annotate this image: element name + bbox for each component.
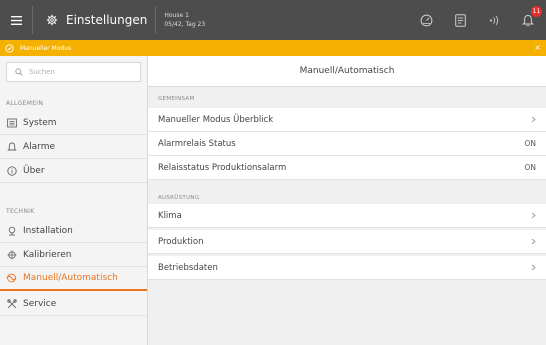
close-icon[interactable]: ×: [534, 43, 541, 53]
settings-title: Einstellungen: [33, 0, 155, 40]
row-klima[interactable]: Klima: [148, 204, 546, 228]
sidebar: ALLGEMEIN System Alarme Über TECHNIK Ins…: [0, 56, 148, 345]
chevron-right-icon: [530, 212, 536, 220]
calibrate-icon: [6, 249, 17, 260]
sidebar-item-service[interactable]: Service: [0, 292, 147, 316]
row-relaisstatus-produktionsalarm[interactable]: Relaisstatus Produktionsalarm ON: [148, 156, 546, 180]
row-label: Manueller Modus Überblick: [158, 114, 274, 125]
manual-mode-icon: [4, 43, 14, 53]
row-label: Produktion: [158, 236, 204, 247]
tools-icon: [6, 298, 17, 309]
sidebar-item-alarme[interactable]: Alarme: [0, 135, 147, 159]
sidebar-item-installation[interactable]: Installation: [0, 219, 147, 243]
sidebar-item-system[interactable]: System: [0, 111, 147, 135]
row-alarmrelais-status[interactable]: Alarmrelais Status ON: [148, 132, 546, 156]
gear-icon: [45, 13, 59, 27]
sidebar-item-manuell-automatisch[interactable]: Manuell/Automatisch: [0, 267, 147, 291]
section-heading: AUSRÜSTUNG: [158, 195, 200, 201]
row-manueller-modus-ueberblick[interactable]: Manueller Modus Überblick: [148, 108, 546, 132]
manual-mode-banner: Manueller Modus ×: [0, 40, 546, 56]
status-value: ON: [524, 163, 536, 172]
bell-icon[interactable]: 11: [520, 6, 542, 28]
row-label: Relaisstatus Produktionsalarm: [158, 162, 287, 173]
sidebar-section-heading: ALLGEMEIN: [6, 100, 44, 107]
document-icon[interactable]: [452, 12, 468, 28]
hamburger-icon: [10, 15, 22, 25]
house-subtitle: 05/42, Tag 23: [164, 21, 206, 28]
sidebar-item-label: Installation: [23, 225, 73, 236]
search-input[interactable]: [29, 68, 129, 76]
alarm-bell-icon: [6, 141, 17, 152]
house-selector[interactable]: House 1 05/42, Tag 23: [156, 11, 205, 29]
sidebar-section-heading: TECHNIK: [6, 208, 35, 215]
chevron-right-icon: [530, 264, 536, 272]
section-heading: GEMEINSAM: [158, 96, 195, 102]
manual-auto-icon: [6, 273, 17, 284]
search-box[interactable]: [6, 62, 141, 82]
main-panel: Manuell/Automatisch GEMEINSAM Manueller …: [148, 56, 546, 345]
sidebar-item-label: Über: [23, 165, 45, 176]
status-value: ON: [524, 139, 536, 148]
row-label: Alarmrelais Status: [158, 138, 236, 149]
signal-icon[interactable]: [486, 12, 502, 28]
sidebar-item-label: System: [23, 117, 57, 128]
sidebar-item-label: Alarme: [23, 141, 56, 152]
alarm-count-badge: 11: [531, 6, 542, 17]
manual-mode-label: Manueller Modus: [20, 44, 72, 52]
row-label: Klima: [158, 210, 182, 221]
gauge-icon[interactable]: [418, 12, 434, 28]
sidebar-item-kalibrieren[interactable]: Kalibrieren: [0, 243, 147, 267]
installation-icon: [6, 225, 17, 236]
row-betriebsdaten[interactable]: Betriebsdaten: [148, 256, 546, 280]
sidebar-item-label: Manuell/Automatisch: [23, 273, 118, 283]
house-name: House 1: [164, 12, 189, 19]
sidebar-item-label: Kalibrieren: [23, 249, 72, 260]
sidebar-item-label: Service: [23, 298, 57, 309]
page-title: Einstellungen: [66, 13, 148, 27]
chevron-right-icon: [530, 238, 536, 246]
search-icon: [15, 68, 23, 76]
main-title: Manuell/Automatisch: [148, 56, 546, 87]
row-label: Betriebsdaten: [158, 262, 218, 273]
chevron-right-icon: [530, 116, 536, 124]
menu-button[interactable]: [0, 0, 32, 40]
top-bar: Einstellungen House 1 05/42, Tag 23 11: [0, 0, 546, 40]
system-icon: [6, 117, 17, 128]
row-produktion[interactable]: Produktion: [148, 230, 546, 254]
sidebar-item-ueber[interactable]: Über: [0, 159, 147, 183]
info-icon: [6, 165, 17, 176]
